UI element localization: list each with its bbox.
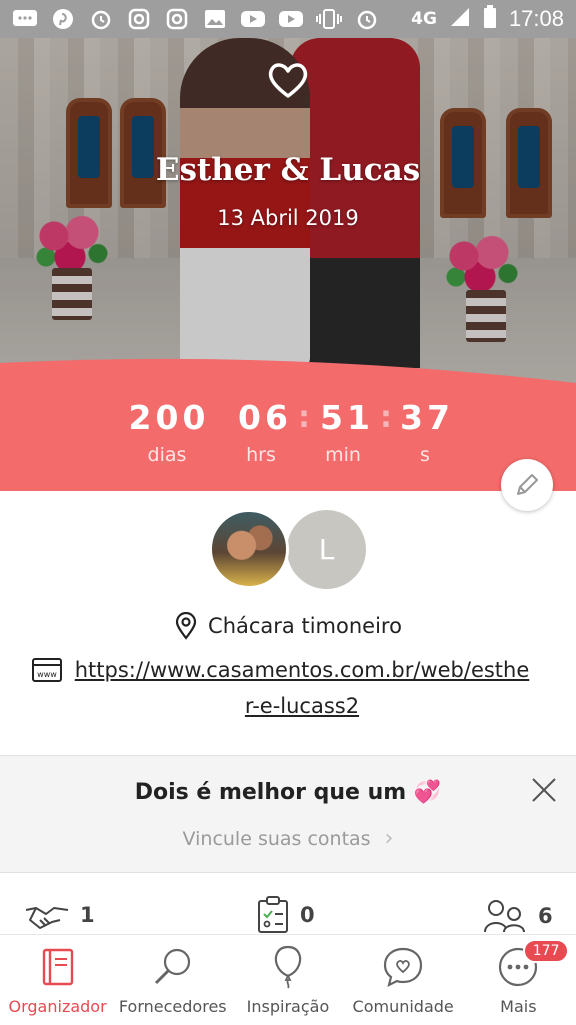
nav-mais[interactable]: 177 Mais [461,935,576,1025]
nav-fornecedores[interactable]: Fornecedores [115,935,230,1025]
website-row[interactable]: www https://www.casamentos.com.br/web/es… [32,652,542,724]
svg-text:www: www [37,670,57,679]
web-icon: www [32,658,62,682]
handshake-icon [25,907,69,929]
countdown-minutes: 51 [320,398,374,437]
hearts-emoji-icon: 💞 [413,780,442,805]
nav-label: Fornecedores [118,997,227,1016]
heart-logo-icon [268,63,308,98]
nav-comunidade[interactable]: Comunidade [346,935,461,1025]
banner-title-text: Dois é melhor que um [134,780,407,805]
image-icon [202,8,228,30]
sms-icon [12,8,38,30]
notification-icons [12,8,380,30]
tasks-count: 0 [300,903,315,927]
pencil-icon [517,474,538,495]
network-type: 4G [411,9,437,29]
website-link[interactable]: https://www.casamentos.com.br/web/esther… [72,652,532,724]
nav-organizador[interactable]: Organizador [0,935,115,1025]
wedding-date: 13 Abril 2019 [217,206,359,230]
guests-stat[interactable]: 6 [482,898,553,934]
chevron-right-icon: › [384,826,394,851]
countdown-seconds-label: s [420,444,430,466]
countdown-separator: : [298,400,310,435]
link-accounts-banner[interactable]: Dois é melhor que um 💞 Vincule suas cont… [0,755,576,873]
couple-name: Esther & Lucas [155,152,421,188]
chat-heart-icon [381,945,425,989]
status-bar: 4G 17:08 [0,0,576,38]
battery-icon [483,4,497,34]
location-pin-icon [175,612,197,640]
countdown-seconds: 37 [400,398,454,437]
clock: 17:08 [508,6,564,31]
vibrate-icon [316,8,342,30]
youtube-icon [278,8,304,30]
countdown-hours: 06 [238,398,292,437]
vendors-hired-stat[interactable]: 1 [24,900,95,930]
alarm-icon [354,8,380,30]
pinterest-icon [50,8,76,30]
countdown-minutes-label: min [325,444,361,466]
partner-avatar[interactable]: L [287,510,366,589]
tasks-stat[interactable]: 0 [256,896,315,934]
balloon-icon [266,945,310,989]
nav-label: Mais [500,997,537,1016]
location-text: Chácara timoneiro [208,614,402,638]
instagram-icon [164,8,190,30]
notification-badge: 177 [522,939,570,963]
search-icon [151,945,195,989]
user-avatar[interactable] [209,509,289,589]
close-icon[interactable] [530,776,558,804]
countdown-days-label: dias [147,444,187,466]
bottom-navigation: Organizador Fornecedores Inspiração Comu… [0,934,576,1024]
nav-label: Comunidade [352,997,454,1016]
banner-title: Dois é melhor que um 💞 [0,780,576,805]
checklist-icon [258,896,288,933]
nav-inspiracao[interactable]: Inspiração [230,935,345,1025]
nav-label: Organizador [8,997,107,1016]
guests-icon [484,900,525,933]
youtube-icon [240,8,266,30]
link-accounts-link[interactable]: Vincule suas contas › [0,826,576,851]
planner-icon [36,945,80,989]
countdown-hours-label: hrs [246,444,276,466]
guests-count: 6 [538,904,553,928]
countdown-separator: : [380,400,392,435]
countdown-days: 200 [128,398,210,437]
vendors-hired-count: 1 [80,903,95,927]
countdown-values: 200 06 : 51 : 37 [0,398,576,438]
instagram-icon [126,8,152,30]
stats-row: 1 0 6 [0,892,576,936]
location-row[interactable]: Chácara timoneiro [0,612,576,640]
signal-icon [449,6,471,33]
nav-label: Inspiração [246,997,330,1016]
edit-button[interactable] [501,459,553,511]
alarm-icon [88,8,114,30]
banner-subtitle: Vincule suas contas [182,828,371,850]
